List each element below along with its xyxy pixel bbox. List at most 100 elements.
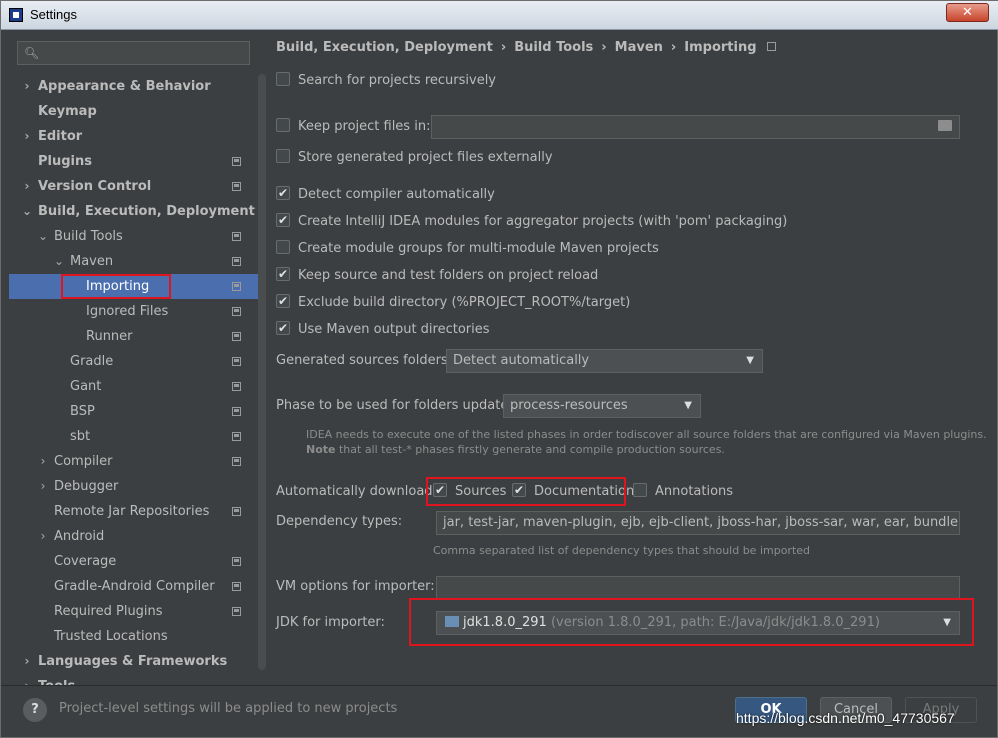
sidebar-item-version-control[interactable]: › Version Control [9,174,259,199]
generated-sources-label: Generated sources folders: [276,353,453,368]
sidebar-item-runner[interactable]: Runner [9,324,259,349]
settings-window: Settings ✕ 🔍︎ › Appearance & Behavior Ke… [0,0,998,738]
settings-search-input[interactable]: 🔍︎ [17,41,250,65]
keep-project-files-checkbox[interactable] [276,118,290,132]
sidebar-item-plugins[interactable]: Plugins [9,149,259,174]
sidebar-item-label: Build, Execution, Deployment [38,204,255,219]
exclude-build-label: Exclude build directory (%PROJECT_ROOT%/… [298,295,631,310]
sidebar-item-gradle-android-compiler[interactable]: Gradle-Android Compiler [9,574,259,599]
sidebar-item-label: Tools [38,674,75,685]
sidebar-item-appearance[interactable]: › Appearance & Behavior [9,74,259,99]
search-recursively-label: Search for projects recursively [298,73,496,88]
settings-content: Build, Execution, Deployment › Build Tools… [266,30,991,685]
create-modules-option[interactable]: Create IntelliJ IDEA modules for aggrega… [276,210,787,232]
chevron-right-icon[interactable]: › [37,474,49,499]
detect-compiler-option[interactable]: Detect compiler automatically [276,183,495,205]
download-annotations-option[interactable]: Annotations [633,482,733,502]
create-groups-label: Create module groups for multi-module Ma… [298,241,659,256]
sidebar-item-label: Gradle [70,354,114,369]
project-level-icon [232,407,241,416]
project-level-icon [766,42,776,51]
sidebar-item-trusted-locations[interactable]: Trusted Locations [9,624,259,649]
sidebar-item-label: Debugger [54,479,119,494]
sidebar-item-build-execution-deployment[interactable]: ⌄ Build, Execution, Deployment [9,199,259,224]
chevron-right-icon[interactable]: › [37,449,49,474]
exclude-build-option[interactable]: Exclude build directory (%PROJECT_ROOT%/… [276,291,631,313]
jdk-highlight-annotation [409,598,974,646]
search-icon: 🔍︎ [24,46,40,60]
chevron-right-icon[interactable]: › [21,74,33,99]
sidebar-item-gant[interactable]: Gant [9,374,259,399]
chevron-right-icon[interactable]: › [21,649,33,674]
sidebar-item-maven[interactable]: ⌄ Maven [9,249,259,274]
use-output-checkbox[interactable] [276,318,290,338]
sidebar-item-gradle[interactable]: Gradle [9,349,259,374]
sidebar-item-label: Build Tools [54,229,123,244]
search-recursively-checkbox[interactable] [276,72,290,86]
sidebar-item-label: Keymap [38,104,97,119]
create-groups-checkbox[interactable] [276,240,290,254]
sidebar-item-compiler[interactable]: › Compiler [9,449,259,474]
sidebar-item-editor[interactable]: › Editor [9,124,259,149]
sidebar-item-label: Coverage [54,554,117,569]
sidebar-item-required-plugins[interactable]: Required Plugins [9,599,259,624]
project-level-icon [232,607,241,616]
watermark-url: https://blog.csdn.net/m0_47730567 [736,710,955,726]
project-level-icon [232,557,241,566]
sidebar-item-label: Android [54,529,105,544]
keep-source-option[interactable]: Keep source and test folders on project … [276,264,598,286]
sidebar-scrollbar[interactable] [258,74,266,670]
sidebar-item-label: Trusted Locations [54,629,168,644]
help-button[interactable]: ? [23,698,47,722]
dependency-types-hint: Comma separated list of dependency types… [433,544,811,557]
keep-project-files-option[interactable]: Keep project files in: [276,117,430,137]
store-externally-checkbox[interactable] [276,149,290,163]
store-externally-option[interactable]: Store generated project files externally [276,148,553,168]
store-externally-label: Store generated project files externally [298,150,553,165]
sidebar-item-label: Compiler [54,454,113,469]
chevron-right-icon[interactable]: › [37,524,49,549]
sidebar-item-label: Remote Jar Repositories [54,504,210,519]
create-groups-option[interactable]: Create module groups for multi-module Ma… [276,239,659,259]
vm-options-input[interactable] [436,576,960,600]
sidebar-item-label: Maven [70,254,114,269]
search-recursively-option[interactable]: Search for projects recursively [276,71,496,91]
sidebar-item-build-tools[interactable]: ⌄ Build Tools [9,224,259,249]
sidebar-item-sbt[interactable]: sbt [9,424,259,449]
chevron-down-icon[interactable]: ⌄ [21,199,33,224]
sidebar-item-languages-frameworks[interactable]: › Languages & Frameworks [9,649,259,674]
folder-icon[interactable] [938,120,952,131]
sidebar-item-android[interactable]: › Android [9,524,259,549]
sidebar-item-tools[interactable]: › Tools [9,674,259,685]
detect-compiler-checkbox[interactable] [276,183,290,203]
sidebar-item-label: Ignored Files [86,304,169,319]
use-output-option[interactable]: Use Maven output directories [276,318,490,340]
sidebar-item-label: Required Plugins [54,604,163,619]
breadcrumb-item[interactable]: Build Tools [514,40,593,55]
chevron-down-icon[interactable]: ⌄ [37,224,49,249]
breadcrumb-item[interactable]: Build, Execution, Deployment [276,40,493,55]
use-output-label: Use Maven output directories [298,322,490,337]
sidebar-item-bsp[interactable]: BSP [9,399,259,424]
chevron-right-icon[interactable]: › [21,124,33,149]
phase-dropdown[interactable]: process-resources ▼ [503,394,701,418]
sidebar-item-debugger[interactable]: › Debugger [9,474,259,499]
keep-project-files-label: Keep project files in: [298,119,431,134]
exclude-build-checkbox[interactable] [276,291,290,311]
sidebar-item-keymap[interactable]: Keymap [9,99,259,124]
create-modules-checkbox[interactable] [276,210,290,230]
chevron-right-icon[interactable]: › [21,174,33,199]
window-title: Settings [30,7,77,22]
chevron-down-icon[interactable]: ⌄ [53,249,65,274]
close-window-button[interactable]: ✕ [946,3,989,22]
sidebar-item-remote-jar-repositories[interactable]: Remote Jar Repositories [9,499,259,524]
keep-project-files-path-input[interactable] [431,115,960,139]
download-annotations-checkbox[interactable] [633,483,647,497]
breadcrumb-item[interactable]: Maven [615,40,663,55]
dependency-types-input[interactable]: jar, test-jar, maven-plugin, ejb, ejb-cl… [436,511,960,535]
sidebar-item-coverage[interactable]: Coverage [9,549,259,574]
sidebar-item-ignored-files[interactable]: Ignored Files [9,299,259,324]
keep-source-checkbox[interactable] [276,264,290,284]
chevron-right-icon[interactable]: › [21,674,33,685]
generated-sources-dropdown[interactable]: Detect automatically ▼ [446,349,763,373]
